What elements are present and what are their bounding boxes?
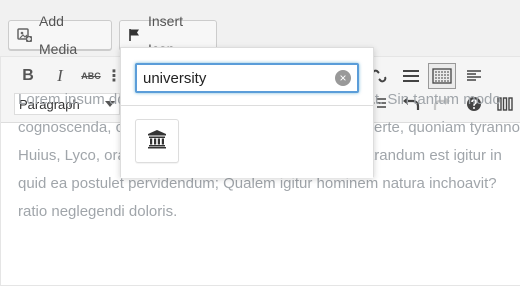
icon-search-box[interactable]: × <box>135 63 359 93</box>
icon-result-tile[interactable] <box>135 119 179 163</box>
icon-results <box>121 106 373 178</box>
university-icon <box>147 129 167 154</box>
content-line: ratio neglegendi doloris. <box>18 203 178 220</box>
icon-picker-popup: × <box>120 47 374 178</box>
clear-icon[interactable]: × <box>335 70 351 86</box>
icon-search-input[interactable] <box>143 69 323 87</box>
flag-icon <box>128 28 142 42</box>
add-media-label: Add Media <box>39 13 78 57</box>
add-media-icon <box>17 27 33 43</box>
insert-icon-button[interactable]: Insert Icon <box>119 13 217 57</box>
add-media-button[interactable]: Add Media <box>8 13 112 57</box>
icon-picker-header: × <box>121 48 373 106</box>
